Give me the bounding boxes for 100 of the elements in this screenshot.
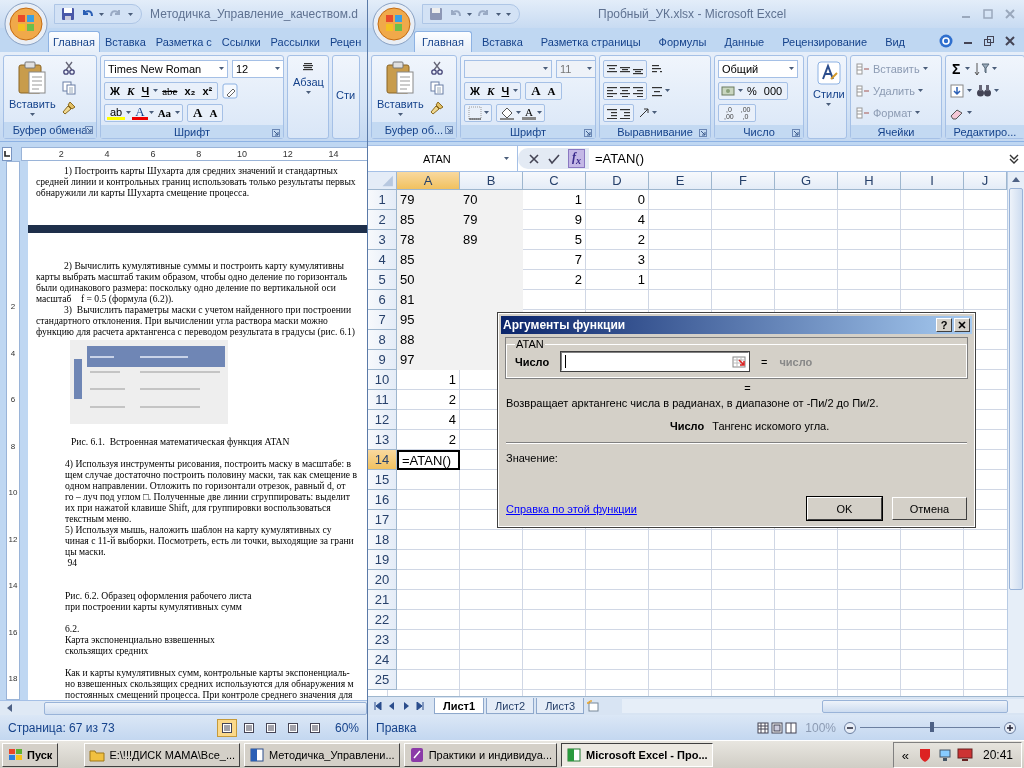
font-name-field[interactable]: Times New Roman: [104, 59, 228, 78]
dialog-launcher-icon[interactable]: [699, 129, 707, 137]
copy-icon[interactable]: [429, 81, 444, 95]
page-break-icon[interactable]: [785, 721, 798, 734]
ribbon-tab[interactable]: Вид: [877, 31, 914, 52]
strikethrough-button[interactable]: abe: [159, 82, 181, 99]
horizontal-ruler[interactable]: 2 4 6 8 10 12 14: [21, 147, 367, 161]
table-cell[interactable]: 79: [460, 210, 523, 230]
table-cell[interactable]: 9: [523, 210, 586, 230]
row-header[interactable]: 23: [368, 630, 397, 650]
row-header[interactable]: 9: [368, 350, 397, 370]
row-header[interactable]: 18: [368, 530, 397, 550]
show-hidden-icons-button[interactable]: «: [897, 747, 913, 763]
zoom-slider[interactable]: [844, 721, 1016, 734]
table-cell[interactable]: =ATAN(): [397, 450, 460, 470]
previous-sheet-icon[interactable]: [388, 702, 396, 710]
table-cell[interactable]: 85: [397, 250, 460, 270]
copy-icon[interactable]: [61, 81, 76, 95]
plus-icon[interactable]: [1004, 721, 1016, 734]
save-icon[interactable]: [61, 7, 75, 21]
paste-button[interactable]: Вставить: [375, 59, 426, 118]
increase-indent-icon[interactable]: [619, 106, 631, 119]
row-header[interactable]: 6: [368, 290, 397, 310]
underline-button[interactable]: Ч: [498, 82, 513, 99]
row-header[interactable]: 17: [368, 510, 397, 530]
row-header[interactable]: 13: [368, 430, 397, 450]
row-header[interactable]: 22: [368, 610, 397, 630]
font-color-button[interactable]: A: [132, 105, 148, 120]
brush-icon[interactable]: [61, 101, 76, 115]
highlight-button[interactable]: ab: [107, 105, 126, 120]
ribbon-tab[interactable]: Вставка: [473, 31, 531, 52]
eraser-icon[interactable]: [222, 82, 239, 99]
row-header[interactable]: 25: [368, 670, 397, 690]
paragraph-button[interactable]: Абзац: [291, 59, 326, 96]
table-cell[interactable]: 79: [397, 190, 460, 210]
grow-font-button[interactable]: A: [190, 104, 206, 121]
ribbon-tab[interactable]: Рецен: [324, 31, 367, 52]
table-cell[interactable]: 5: [523, 230, 586, 250]
row-header[interactable]: 7: [368, 310, 397, 330]
ribbon-tab[interactable]: Формулы: [650, 31, 715, 52]
table-cell[interactable]: 1: [397, 370, 460, 390]
number-format-field[interactable]: Общий: [718, 59, 798, 78]
ribbon-tab[interactable]: Разметка страницы: [532, 31, 649, 52]
row-header[interactable]: 3: [368, 230, 397, 250]
cancel-icon[interactable]: [528, 152, 540, 165]
ribbon-tab[interactable]: Вставка: [99, 31, 151, 52]
table-cell[interactable]: 88: [397, 330, 460, 350]
text-angle-icon[interactable]: [638, 106, 650, 119]
dialog-launcher-icon[interactable]: [445, 126, 453, 134]
argument-field[interactable]: [561, 352, 749, 371]
row-header[interactable]: 20: [368, 570, 397, 590]
last-sheet-icon[interactable]: [416, 702, 424, 710]
row-header[interactable]: 4: [368, 250, 397, 270]
bold-button[interactable]: Ж: [107, 82, 123, 99]
top-align-icon[interactable]: [606, 62, 618, 75]
ribbon-tab[interactable]: Ссылки: [216, 31, 266, 52]
row-header[interactable]: 2: [368, 210, 397, 230]
brush-icon[interactable]: [429, 101, 444, 115]
bold-button[interactable]: Ж: [467, 82, 483, 99]
dialog-launcher-icon[interactable]: [85, 126, 93, 134]
styles-button[interactable]: Сти: [336, 59, 356, 101]
row-header[interactable]: 15: [368, 470, 397, 490]
column-header[interactable]: C: [523, 172, 586, 190]
shrink-font-button[interactable]: A: [206, 104, 221, 121]
ribbon-tab[interactable]: Данные: [716, 31, 773, 52]
dialog-launcher-icon[interactable]: [272, 129, 280, 137]
help-button[interactable]: ?: [936, 318, 952, 332]
table-cell[interactable]: 78: [397, 230, 460, 250]
column-header[interactable]: G: [775, 172, 838, 190]
table-cell[interactable]: 1: [586, 270, 649, 290]
table-cell[interactable]: 0: [586, 190, 649, 210]
column-header[interactable]: F: [712, 172, 775, 190]
table-cell[interactable]: 89: [460, 230, 523, 250]
font-size-field[interactable]: 12: [232, 59, 284, 78]
start-button[interactable]: Пуск: [2, 743, 59, 767]
ribbon-tab[interactable]: Главная: [48, 31, 100, 52]
column-header[interactable]: D: [586, 172, 649, 190]
table-cell[interactable]: 3: [586, 250, 649, 270]
sort-filter-icon[interactable]: [974, 60, 991, 77]
tab-stop-button[interactable]: [2, 147, 12, 161]
row-header[interactable]: 10: [368, 370, 397, 390]
row-header[interactable]: 24: [368, 650, 397, 670]
italic-button[interactable]: К: [483, 82, 498, 99]
table-cell[interactable]: 2: [397, 430, 460, 450]
network-icon[interactable]: [936, 747, 953, 763]
scroll-up-icon[interactable]: [1012, 176, 1020, 184]
ribbon-tab[interactable]: Рассылки: [265, 31, 325, 52]
table-cell[interactable]: 4: [586, 210, 649, 230]
sheet-tab[interactable]: Лист1: [434, 698, 485, 714]
scissors-icon[interactable]: [61, 61, 76, 75]
align-left-icon[interactable]: [606, 84, 618, 97]
taskbar-button[interactable]: Методичка_Управлени...: [244, 743, 400, 767]
dialog-launcher-icon[interactable]: [792, 129, 800, 137]
scroll-thumb[interactable]: [44, 701, 367, 715]
align-right-icon[interactable]: [632, 84, 644, 97]
ribbon-tab[interactable]: Разметка с: [150, 31, 217, 52]
column-header[interactable]: J: [964, 172, 1007, 190]
normal-view-icon[interactable]: [757, 721, 770, 734]
horizontal-scrollbar[interactable]: [0, 700, 367, 715]
insert-function-button[interactable]: f$_{x}$: [568, 149, 585, 168]
